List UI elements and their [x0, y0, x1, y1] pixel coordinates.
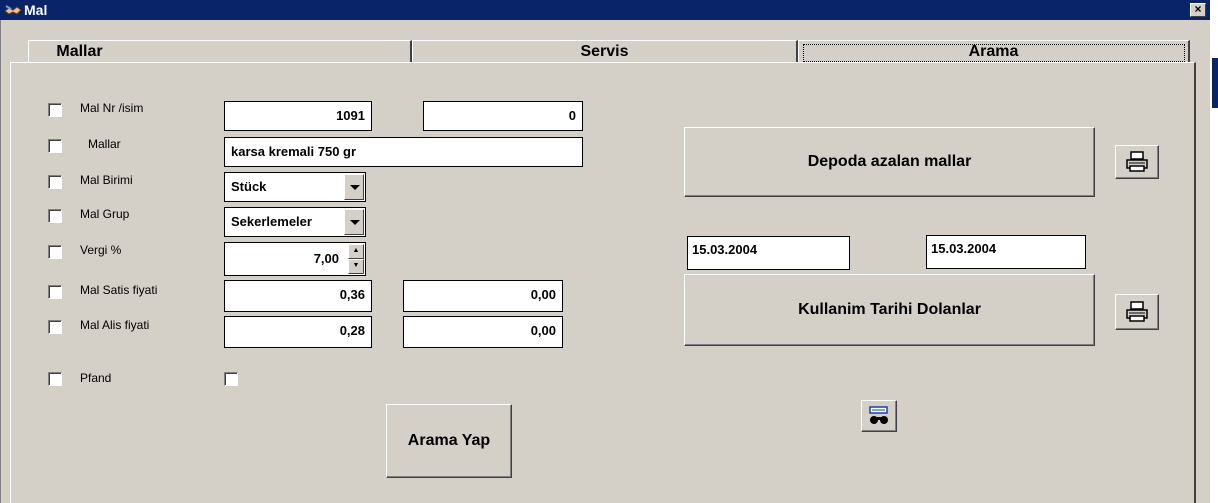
- close-button[interactable]: ×: [1190, 3, 1206, 17]
- depoda-azalan-button[interactable]: Depoda azalan mallar: [684, 127, 1095, 197]
- mallar-checkbox[interactable]: [48, 139, 62, 153]
- satis-checkbox[interactable]: [48, 285, 62, 299]
- vergi-value: 7,00: [313, 251, 339, 266]
- mallar-label: Mallar: [88, 137, 121, 151]
- pfand-label: Pfand: [80, 371, 112, 385]
- satis-label: Mal Satis fiyati: [80, 283, 158, 297]
- vergi-label: Vergi %: [80, 243, 122, 257]
- window-title: Mal: [24, 2, 48, 18]
- binoculars-icon: [869, 406, 888, 424]
- mal-nr-checkbox[interactable]: [48, 103, 62, 117]
- printer-icon: [1126, 301, 1148, 322]
- tab-mallar[interactable]: Mallar: [28, 40, 412, 64]
- tab-arama[interactable]: Arama: [798, 40, 1190, 64]
- mal-nr-input-2[interactable]: 0: [423, 101, 583, 131]
- satis-input[interactable]: 0,36: [224, 280, 372, 312]
- grup-label: Mal Grup: [80, 207, 130, 221]
- grup-checkbox[interactable]: [48, 209, 62, 223]
- alis-checkbox[interactable]: [48, 320, 62, 334]
- mallar-input[interactable]: karsa kremali 750 gr: [224, 137, 583, 167]
- spin-down-icon[interactable]: ▼: [348, 259, 364, 274]
- tab-servis[interactable]: Servis: [412, 40, 798, 64]
- right-edge-accent: [1212, 58, 1218, 108]
- birim-checkbox[interactable]: [48, 175, 62, 189]
- birim-dropdown-button[interactable]: [344, 174, 364, 200]
- chevron-down-icon: [350, 185, 360, 190]
- kullanim-tarihi-button[interactable]: Kullanim Tarihi Dolanlar: [684, 274, 1095, 346]
- grup-dropdown-button[interactable]: [344, 209, 364, 235]
- alis-input[interactable]: 0,28: [224, 316, 372, 348]
- mal-nr-label: Mal Nr /isim: [80, 101, 144, 115]
- birim-select[interactable]: Stück: [224, 172, 366, 202]
- tab-mallar-label: Mallar: [56, 43, 103, 60]
- satis-input-2[interactable]: 0,00: [403, 280, 563, 312]
- title-bar: Mal ×: [0, 0, 1210, 20]
- birim-select-value: Stück: [231, 179, 267, 194]
- search-binoculars-button[interactable]: [861, 400, 897, 432]
- tab-focus-rect: [803, 44, 1185, 62]
- grup-select[interactable]: Sekerlemeler: [224, 207, 366, 237]
- depoda-print-button[interactable]: [1115, 145, 1159, 179]
- chevron-down-icon: [350, 220, 360, 225]
- vergi-checkbox[interactable]: [48, 245, 62, 259]
- pfand-checkbox[interactable]: [48, 372, 62, 386]
- date-from-input[interactable]: 15.03.2004: [687, 236, 850, 270]
- birim-label: Mal Birimi: [80, 173, 133, 187]
- printer-icon: [1126, 151, 1148, 172]
- mal-nr-input[interactable]: 1091: [224, 101, 372, 131]
- pfand-value-checkbox[interactable]: [224, 372, 238, 386]
- kullanim-print-button[interactable]: [1115, 294, 1159, 330]
- alis-label: Mal Alis fiyati: [80, 318, 150, 332]
- date-to-input[interactable]: 15.03.2004: [926, 235, 1086, 269]
- spin-up-icon[interactable]: ▲: [348, 244, 364, 259]
- alis-input-2[interactable]: 0,00: [403, 316, 563, 348]
- grup-select-value: Sekerlemeler: [231, 214, 312, 229]
- tab-servis-label: Servis: [580, 43, 629, 60]
- vergi-stepper[interactable]: 7,00 ▲ ▼: [224, 242, 366, 276]
- arama-yap-button[interactable]: Arama Yap: [386, 404, 512, 478]
- handshake-icon: [4, 5, 22, 15]
